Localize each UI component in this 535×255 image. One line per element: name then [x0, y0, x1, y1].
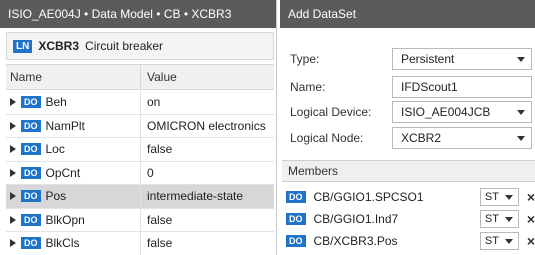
expand-triangle-icon[interactable]	[10, 215, 16, 224]
data-object-table: DO Beh on DO NamPlt OMICRON electronics …	[6, 91, 274, 255]
table-row-selected[interactable]: DO Pos intermediate-state	[6, 185, 274, 209]
data-object-name: Loc	[45, 142, 65, 157]
data-object-value: false	[147, 212, 173, 227]
do-badge-icon: DO	[21, 190, 41, 203]
fc-value: ST	[484, 212, 499, 225]
table-row[interactable]: DO OpCnt 0	[6, 161, 274, 185]
data-object-name: OpCnt	[45, 165, 81, 180]
do-badge-icon: DO	[286, 212, 306, 225]
expand-triangle-icon[interactable]	[10, 168, 16, 177]
logical-node-row: Logical Node: XCBR2	[290, 127, 532, 149]
logical-node-select[interactable]: XCBR2	[392, 127, 532, 149]
logical-node-value: XCBR2	[401, 131, 442, 145]
expand-triangle-icon[interactable]	[10, 121, 16, 130]
do-badge-icon: DO	[21, 119, 41, 132]
fc-select[interactable]: ST	[479, 209, 519, 228]
chevron-down-icon[interactable]	[517, 57, 525, 62]
chevron-down-icon[interactable]	[504, 216, 513, 222]
chevron-down-icon[interactable]	[504, 194, 513, 200]
table-header: Name Value	[6, 64, 274, 90]
type-select[interactable]: Persistent	[392, 48, 532, 70]
do-badge-icon: DO	[286, 234, 306, 247]
column-header-name[interactable]: Name	[6, 65, 141, 89]
expand-triangle-icon[interactable]	[10, 98, 16, 107]
logical-device-label: Logical Device:	[290, 105, 372, 119]
do-badge-icon: DO	[21, 96, 41, 109]
fc-select[interactable]: ST	[479, 231, 519, 250]
member-path: CB/XCBR3.Pos	[313, 233, 398, 248]
ln-badge-icon: LN	[13, 39, 33, 53]
do-badge-icon: DO	[21, 143, 41, 156]
do-badge-icon: DO	[21, 237, 41, 250]
column-header-value[interactable]: Value	[141, 70, 274, 84]
name-label: Name:	[290, 80, 326, 94]
close-icon[interactable]: ×	[527, 189, 535, 205]
chevron-down-icon[interactable]	[517, 136, 525, 141]
type-value: Persistent	[401, 52, 455, 66]
data-object-value: false	[147, 236, 173, 251]
table-row[interactable]: DO Beh on	[6, 91, 274, 115]
do-badge-icon: DO	[21, 166, 41, 179]
data-object-name: BlkOpn	[45, 212, 85, 227]
name-row: Name: IFDScout1	[290, 76, 532, 98]
expand-triangle-icon[interactable]	[10, 239, 16, 248]
data-object-value: 0	[147, 165, 154, 180]
type-label: Type:	[290, 52, 320, 66]
fc-value: ST	[484, 190, 499, 203]
members-header: Members	[282, 160, 535, 182]
fc-value: ST	[484, 234, 499, 247]
logical-device-row: Logical Device: ISIO_AE004JCB	[290, 101, 532, 123]
table-row[interactable]: DO BlkOpn false	[6, 208, 274, 232]
expand-triangle-icon[interactable]	[10, 145, 16, 154]
type-row: Type: Persistent	[290, 48, 532, 70]
logical-device-value: ISIO_AE004JCB	[401, 105, 491, 119]
data-model-panel: ISIO_AE004J • Data Model • CB • XCBR3 LN…	[0, 0, 277, 255]
panel-title: Add DataSet	[280, 0, 535, 28]
logical-node-description: Circuit breaker	[85, 39, 164, 53]
do-badge-icon: DO	[21, 213, 41, 226]
table-row[interactable]: DO BlkCls false	[6, 232, 274, 255]
data-object-value: on	[147, 95, 161, 110]
fc-select[interactable]: ST	[479, 187, 519, 206]
name-input[interactable]: IFDScout1	[392, 76, 532, 98]
logical-node-label: Logical Node:	[290, 131, 364, 145]
add-dataset-panel: Add DataSet Type: Persistent Name: IFDSc…	[280, 0, 535, 255]
expand-triangle-icon[interactable]	[10, 192, 16, 201]
close-icon[interactable]: ×	[527, 233, 535, 249]
data-object-value: OMICRON electronics	[147, 118, 266, 133]
table-row[interactable]: DO Loc false	[6, 138, 274, 162]
do-badge-icon: DO	[286, 190, 306, 203]
data-object-value: false	[147, 142, 173, 157]
chevron-down-icon[interactable]	[517, 110, 525, 115]
chevron-down-icon[interactable]	[504, 238, 513, 244]
name-value: IFDScout1	[401, 80, 458, 94]
member-row[interactable]: DO CB/GGIO1.Ind7 ST ×	[286, 208, 535, 229]
member-path: CB/GGIO1.SPCSO1	[313, 189, 424, 204]
member-row[interactable]: DO CB/GGIO1.SPCSO1 ST ×	[286, 186, 535, 207]
logical-node-header: LN XCBR3 Circuit breaker	[6, 32, 274, 60]
member-path: CB/GGIO1.Ind7	[313, 211, 399, 226]
data-object-name: Beh	[45, 95, 67, 110]
breadcrumb: ISIO_AE004J • Data Model • CB • XCBR3	[0, 0, 276, 28]
table-row[interactable]: DO NamPlt OMICRON electronics	[6, 114, 274, 138]
data-object-name: Pos	[45, 189, 67, 204]
data-object-name: BlkCls	[45, 236, 80, 251]
close-icon[interactable]: ×	[527, 211, 535, 227]
member-row[interactable]: DO CB/XCBR3.Pos ST ×	[286, 230, 535, 251]
logical-device-select[interactable]: ISIO_AE004JCB	[392, 101, 532, 123]
logical-node-name: XCBR3	[38, 39, 80, 53]
data-object-value: intermediate-state	[147, 189, 244, 204]
data-object-name: NamPlt	[45, 118, 85, 133]
